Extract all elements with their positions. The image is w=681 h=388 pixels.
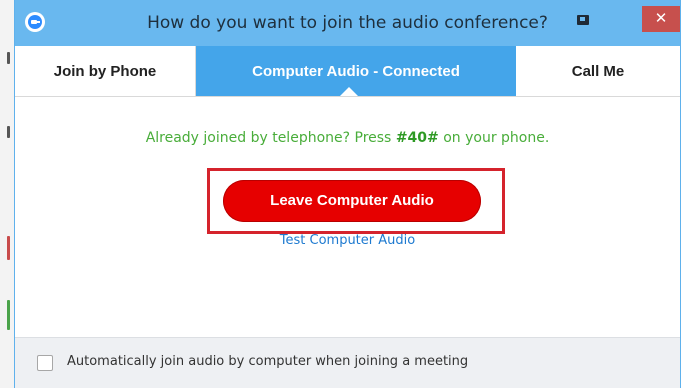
close-button[interactable]: ✕: [642, 6, 680, 32]
test-computer-audio-link[interactable]: Test Computer Audio: [15, 233, 680, 248]
info-suffix: on your phone.: [438, 130, 550, 146]
info-prefix: Already joined by telephone? Press: [145, 130, 396, 146]
tab-call-me[interactable]: Call Me: [516, 46, 680, 96]
auto-join-checkbox[interactable]: [37, 355, 53, 371]
tab-join-by-phone[interactable]: Join by Phone: [15, 46, 196, 96]
telephone-code: #40#: [395, 130, 439, 146]
auto-join-label[interactable]: Automatically join audio by computer whe…: [67, 354, 468, 369]
audio-conference-dialog: How do you want to join the audio confer…: [14, 0, 681, 388]
active-tab-caret: [340, 87, 358, 96]
leave-computer-audio-button[interactable]: Leave Computer Audio: [223, 180, 481, 222]
edge-mark: [7, 236, 10, 260]
footer-bar: Automatically join audio by computer whe…: [15, 337, 680, 388]
background-window-edge: [0, 0, 14, 388]
telephone-info-text: Already joined by telephone? Press #40# …: [15, 130, 680, 146]
edge-mark: [7, 52, 10, 64]
title-bar[interactable]: How do you want to join the audio confer…: [15, 0, 680, 46]
edge-mark: [7, 126, 10, 138]
edge-mark: [7, 300, 10, 330]
pin-window-icon[interactable]: [577, 15, 589, 25]
